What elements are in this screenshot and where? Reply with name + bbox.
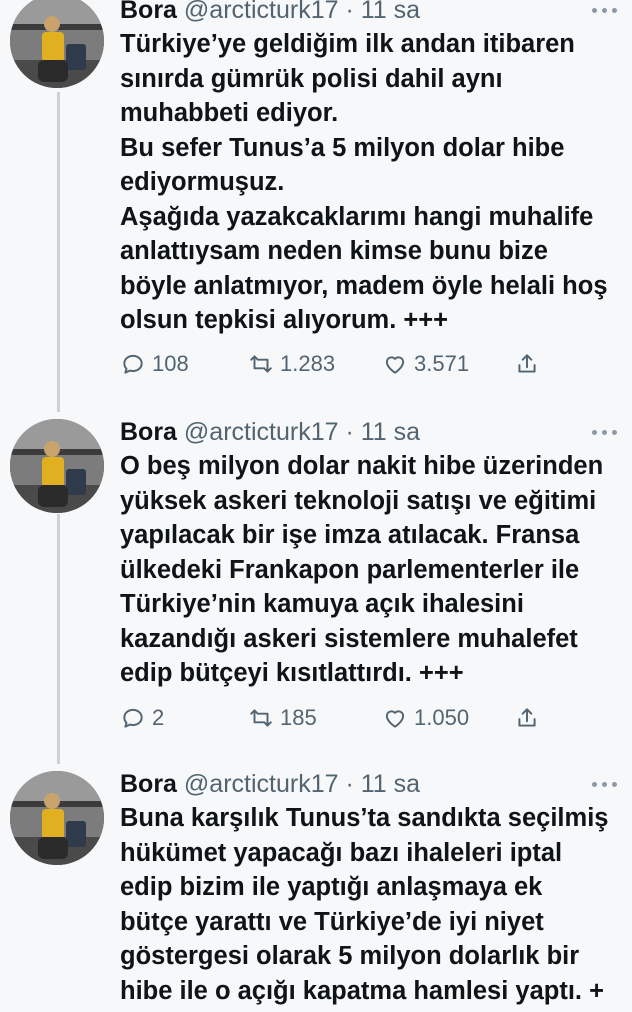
reply-count: 108 — [152, 351, 189, 376]
tweet-text: Türkiye’ye geldiğim ilk andan itibaren s… — [120, 27, 620, 338]
like-button[interactable]: 1.050 — [382, 703, 469, 733]
tweet-actions: 2 185 1.050 — [120, 703, 550, 733]
timestamp[interactable]: 11 sa — [361, 418, 420, 446]
tweet-text-line: Bu sefer Tunus’a 5 milyon dolar hibe — [120, 133, 565, 162]
reply-count: 2 — [152, 705, 165, 730]
separator-dot: · — [345, 770, 354, 798]
timestamp[interactable]: 11 sa — [361, 0, 420, 24]
author-handle[interactable]: @arcticturk17 — [184, 0, 339, 24]
more-icon[interactable] — [592, 430, 618, 436]
tweet-text-line: ülkedeki Frankapon parlementerler ile — [120, 555, 580, 584]
tweet-text-line: yapılacak bir işe imza atılacak. Fransa — [120, 521, 580, 549]
tweet-text-line: hükümet yapacağı bazı ihaleleri iptal — [120, 838, 563, 867]
tweet-text-line: göstergesi olarak 5 milyon dolarlık bir — [120, 942, 580, 970]
like-count: 1.050 — [414, 705, 470, 730]
retweet-count: 185 — [280, 705, 317, 730]
more-icon[interactable] — [592, 8, 618, 14]
author-handle[interactable]: @arcticturk17 — [184, 418, 339, 446]
separator-dot: · — [345, 418, 354, 446]
avatar[interactable] — [10, 771, 104, 865]
like-button[interactable]: 3.571 — [382, 349, 469, 379]
tweet-header: Bora @arcticturk17 · 11 sa — [120, 0, 618, 24]
tweet[interactable]: Bora @arcticturk17 · 11 sa Türkiye’ye ge… — [0, 0, 632, 400]
tweet-text-line: kazandığı askeri sistemlere muhalefet — [120, 624, 578, 653]
tweet-text-line: Türkiye’nin kamuya açık ihalesini — [120, 590, 524, 618]
reply-button[interactable]: 108 — [120, 349, 189, 379]
reply-button[interactable]: 2 — [120, 703, 164, 733]
heart-icon — [385, 710, 405, 728]
heart-icon — [385, 356, 405, 374]
tweet-text-line: Türkiye’ye geldiğim ilk andan itibaren — [120, 30, 575, 58]
tweet-text: Buna karşılık Tunus’ta sandıkta seçilmiş… — [120, 801, 620, 1008]
like-count: 3.571 — [414, 351, 470, 376]
retweet-icon — [250, 355, 272, 373]
tweet-actions: 108 1.283 3.571 — [120, 349, 550, 379]
separator-dot: · — [345, 0, 354, 24]
tweet-text-line: böyle anlatmıyor, madem öyle helali hoş — [120, 271, 608, 300]
retweet-button[interactable]: 1.283 — [248, 349, 335, 379]
share-icon — [518, 354, 536, 373]
retweet-button[interactable]: 185 — [248, 703, 317, 733]
tweet-text-line: edip bizim ile yaptığı anlaşmaya ek — [120, 873, 543, 901]
author-name[interactable]: Bora — [120, 418, 177, 446]
retweet-count: 1.283 — [280, 351, 336, 376]
tweet-text-line: olsun tepkisi alıyorum. +++ — [120, 306, 449, 334]
author-name[interactable]: Bora — [120, 0, 177, 24]
avatar[interactable] — [10, 0, 104, 88]
tweet-text-line: yüksek askeri teknoloji satışı ve eğitim… — [120, 486, 597, 515]
tweet-text-line: hibe ile o açığı kapatma hamlesi yaptı. … — [120, 976, 604, 1005]
tweet-text-line: anlattıysam neden kimse bunu bize — [120, 237, 548, 265]
tweet-text-line: O beş milyon dolar nakit hibe üzerinden — [120, 452, 604, 480]
share-icon — [518, 708, 536, 727]
tweet[interactable]: Bora @arcticturk17 · 11 sa Buna karşılık… — [0, 758, 632, 1012]
more-icon[interactable] — [592, 782, 618, 788]
tweet-header: Bora @arcticturk17 · 11 sa — [120, 418, 618, 446]
retweet-icon — [250, 709, 272, 727]
tweet-text-line: muhabbeti ediyor. — [120, 99, 339, 127]
tweet[interactable]: Bora @arcticturk17 · 11 sa O beş milyon … — [0, 405, 632, 755]
tweet-text-line: edip bütçeyi kısıtlattırdı. +++ — [120, 659, 464, 687]
tweet-text-line: Aşağıda yazakcaklarımı hangi muhalife — [120, 202, 594, 231]
avatar[interactable] — [10, 419, 104, 513]
author-name[interactable]: Bora — [120, 770, 177, 798]
tweet-header: Bora @arcticturk17 · 11 sa — [120, 770, 618, 798]
tweet-thread: Bora @arcticturk17 · 11 sa Türkiye’ye ge… — [0, 0, 632, 1012]
tweet-text-line: Buna karşılık Tunus’ta sandıkta seçilmiş — [120, 804, 609, 832]
tweet-text-line: ediyormuşuz. — [120, 168, 285, 196]
author-handle[interactable]: @arcticturk17 — [184, 770, 339, 798]
tweet-text: O beş milyon dolar nakit hibe üzerinden … — [120, 449, 620, 691]
share-button[interactable] — [514, 703, 546, 733]
timestamp[interactable]: 11 sa — [361, 770, 420, 798]
reply-icon — [123, 354, 143, 374]
reply-icon — [123, 708, 143, 728]
tweet-text-line: bütçe yarattı ve Türkiye’de iyi niyet — [120, 907, 544, 936]
tweet-text-line: sınırda gümrük polisi dahil aynı — [120, 64, 503, 93]
share-button[interactable] — [514, 349, 546, 379]
